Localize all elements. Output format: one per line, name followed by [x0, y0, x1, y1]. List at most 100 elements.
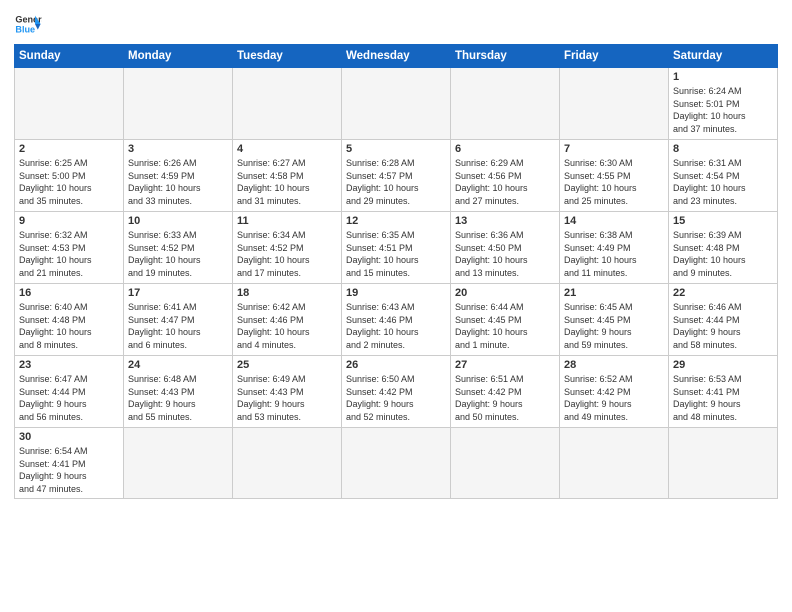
calendar-week-row: 9Sunrise: 6:32 AM Sunset: 4:53 PM Daylig…: [15, 212, 778, 284]
calendar-cell: 16 Sunrise: 6:40 AM Sunset: 4:48 PM Dayli…: [15, 284, 124, 356]
calendar-cell: 26Sunrise: 6:50 AM Sunset: 4:42 PM Dayli…: [342, 356, 451, 428]
calendar-cell: 20 Sunrise: 6:44 AM Sunset: 4:45 PM Dayli…: [451, 284, 560, 356]
calendar-cell: 5Sunrise: 6:28 AM Sunset: 4:57 PM Daylig…: [342, 140, 451, 212]
day-info: Sunrise: 6:48 AM Sunset: 4:43 PM Dayligh…: [128, 373, 228, 423]
calendar-cell: 1 Sunrise: 6:24 AM Sunset: 5:01 PM Daylig…: [669, 68, 778, 140]
day-info: Sunrise: 6:49 AM Sunset: 4:43 PM Dayligh…: [237, 373, 337, 423]
calendar-cell: [560, 68, 669, 140]
svg-text:Blue: Blue: [15, 24, 35, 34]
calendar-cell: 30 Sunrise: 6:54 AM Sunset: 4:41 PM Dayli…: [15, 428, 124, 499]
calendar-cell: [560, 428, 669, 499]
day-info: Sunrise: 6:35 AM Sunset: 4:51 PM Dayligh…: [346, 229, 446, 279]
calendar-cell: 23 Sunrise: 6:47 AM Sunset: 4:44 PM Dayli…: [15, 356, 124, 428]
day-number: 6: [455, 143, 555, 155]
day-number: 9: [19, 215, 119, 227]
day-info: Sunrise: 6:24 AM Sunset: 5:01 PM Dayligh…: [673, 85, 773, 135]
day-number: 25: [237, 359, 337, 371]
day-info: Sunrise: 6:43 AM Sunset: 4:46 PM Dayligh…: [346, 301, 446, 351]
calendar-cell: [342, 68, 451, 140]
day-number: 15: [673, 215, 773, 227]
calendar-cell: 10 Sunrise: 6:33 AM Sunset: 4:52 PM Dayli…: [124, 212, 233, 284]
header: General Blue: [14, 10, 778, 38]
calendar-week-row: 23 Sunrise: 6:47 AM Sunset: 4:44 PM Dayli…: [15, 356, 778, 428]
day-info: Sunrise: 6:40 AM Sunset: 4:48 PM Dayligh…: [19, 301, 119, 351]
calendar-cell: 9Sunrise: 6:32 AM Sunset: 4:53 PM Daylig…: [15, 212, 124, 284]
day-number: 1: [673, 71, 773, 83]
day-info: Sunrise: 6:36 AM Sunset: 4:50 PM Dayligh…: [455, 229, 555, 279]
calendar-cell: 24 Sunrise: 6:48 AM Sunset: 4:43 PM Dayli…: [124, 356, 233, 428]
calendar-cell: 19 Sunrise: 6:43 AM Sunset: 4:46 PM Dayli…: [342, 284, 451, 356]
day-number: 4: [237, 143, 337, 155]
day-number: 10: [128, 215, 228, 227]
day-info: Sunrise: 6:42 AM Sunset: 4:46 PM Dayligh…: [237, 301, 337, 351]
weekday-header-friday: Friday: [560, 45, 669, 68]
calendar-cell: 4Sunrise: 6:27 AM Sunset: 4:58 PM Daylig…: [233, 140, 342, 212]
weekday-header-thursday: Thursday: [451, 45, 560, 68]
calendar-cell: [233, 68, 342, 140]
page: General Blue SundayMondayTuesdayWednesda…: [0, 0, 792, 612]
calendar-table: SundayMondayTuesdayWednesdayThursdayFrid…: [14, 44, 778, 499]
calendar-cell: [342, 428, 451, 499]
day-number: 8: [673, 143, 773, 155]
day-info: Sunrise: 6:29 AM Sunset: 4:56 PM Dayligh…: [455, 157, 555, 207]
day-info: Sunrise: 6:54 AM Sunset: 4:41 PM Dayligh…: [19, 445, 119, 495]
calendar-cell: 12 Sunrise: 6:35 AM Sunset: 4:51 PM Dayli…: [342, 212, 451, 284]
calendar-cell: 25 Sunrise: 6:49 AM Sunset: 4:43 PM Dayli…: [233, 356, 342, 428]
day-info: Sunrise: 6:50 AM Sunset: 4:42 PM Dayligh…: [346, 373, 446, 423]
calendar-cell: [15, 68, 124, 140]
logo: General Blue: [14, 10, 42, 38]
calendar-cell: 22 Sunrise: 6:46 AM Sunset: 4:44 PM Dayli…: [669, 284, 778, 356]
day-info: Sunrise: 6:47 AM Sunset: 4:44 PM Dayligh…: [19, 373, 119, 423]
calendar-cell: 28 Sunrise: 6:52 AM Sunset: 4:42 PM Dayli…: [560, 356, 669, 428]
weekday-header-row: SundayMondayTuesdayWednesdayThursdayFrid…: [15, 45, 778, 68]
calendar-cell: 7Sunrise: 6:30 AM Sunset: 4:55 PM Daylig…: [560, 140, 669, 212]
calendar-cell: 2Sunrise: 6:25 AM Sunset: 5:00 PM Daylig…: [15, 140, 124, 212]
calendar-cell: 8 Sunrise: 6:31 AM Sunset: 4:54 PM Daylig…: [669, 140, 778, 212]
day-number: 14: [564, 215, 664, 227]
day-number: 13: [455, 215, 555, 227]
day-info: Sunrise: 6:46 AM Sunset: 4:44 PM Dayligh…: [673, 301, 773, 351]
day-number: 12: [346, 215, 446, 227]
calendar-cell: 14 Sunrise: 6:38 AM Sunset: 4:49 PM Dayli…: [560, 212, 669, 284]
calendar-week-row: 30 Sunrise: 6:54 AM Sunset: 4:41 PM Dayli…: [15, 428, 778, 499]
day-number: 24: [128, 359, 228, 371]
day-number: 18: [237, 287, 337, 299]
day-number: 16: [19, 287, 119, 299]
calendar-cell: [124, 68, 233, 140]
calendar-cell: 21Sunrise: 6:45 AM Sunset: 4:45 PM Dayli…: [560, 284, 669, 356]
day-number: 20: [455, 287, 555, 299]
day-number: 30: [19, 431, 119, 443]
day-number: 22: [673, 287, 773, 299]
day-info: Sunrise: 6:25 AM Sunset: 5:00 PM Dayligh…: [19, 157, 119, 207]
day-info: Sunrise: 6:31 AM Sunset: 4:54 PM Dayligh…: [673, 157, 773, 207]
day-info: Sunrise: 6:44 AM Sunset: 4:45 PM Dayligh…: [455, 301, 555, 351]
day-info: Sunrise: 6:41 AM Sunset: 4:47 PM Dayligh…: [128, 301, 228, 351]
weekday-header-monday: Monday: [124, 45, 233, 68]
day-number: 19: [346, 287, 446, 299]
weekday-header-saturday: Saturday: [669, 45, 778, 68]
calendar-cell: [669, 428, 778, 499]
calendar-cell: 17 Sunrise: 6:41 AM Sunset: 4:47 PM Dayli…: [124, 284, 233, 356]
day-info: Sunrise: 6:52 AM Sunset: 4:42 PM Dayligh…: [564, 373, 664, 423]
calendar-cell: [451, 68, 560, 140]
day-info: Sunrise: 6:39 AM Sunset: 4:48 PM Dayligh…: [673, 229, 773, 279]
day-info: Sunrise: 6:26 AM Sunset: 4:59 PM Dayligh…: [128, 157, 228, 207]
day-number: 28: [564, 359, 664, 371]
calendar-week-row: 1 Sunrise: 6:24 AM Sunset: 5:01 PM Daylig…: [15, 68, 778, 140]
logo-icon: General Blue: [14, 10, 42, 38]
weekday-header-tuesday: Tuesday: [233, 45, 342, 68]
calendar-cell: [124, 428, 233, 499]
day-info: Sunrise: 6:33 AM Sunset: 4:52 PM Dayligh…: [128, 229, 228, 279]
weekday-header-wednesday: Wednesday: [342, 45, 451, 68]
calendar-cell: 15 Sunrise: 6:39 AM Sunset: 4:48 PM Dayli…: [669, 212, 778, 284]
day-number: 27: [455, 359, 555, 371]
day-info: Sunrise: 6:38 AM Sunset: 4:49 PM Dayligh…: [564, 229, 664, 279]
day-info: Sunrise: 6:45 AM Sunset: 4:45 PM Dayligh…: [564, 301, 664, 351]
calendar-cell: 3Sunrise: 6:26 AM Sunset: 4:59 PM Daylig…: [124, 140, 233, 212]
day-number: 23: [19, 359, 119, 371]
calendar-cell: 13 Sunrise: 6:36 AM Sunset: 4:50 PM Dayli…: [451, 212, 560, 284]
calendar-cell: 6 Sunrise: 6:29 AM Sunset: 4:56 PM Daylig…: [451, 140, 560, 212]
calendar-week-row: 16 Sunrise: 6:40 AM Sunset: 4:48 PM Dayli…: [15, 284, 778, 356]
day-number: 17: [128, 287, 228, 299]
day-info: Sunrise: 6:51 AM Sunset: 4:42 PM Dayligh…: [455, 373, 555, 423]
